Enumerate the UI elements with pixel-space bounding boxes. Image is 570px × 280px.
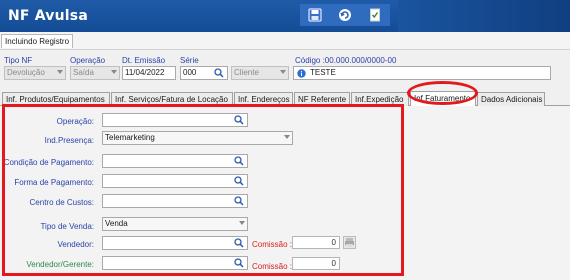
tab-dados-adicionais[interactable]: Dados Adicionais — [477, 92, 545, 106]
tipo-nf-value: Devolução — [7, 68, 45, 77]
mode-indicator: Incluindo Registro — [1, 34, 74, 48]
toolbar — [300, 4, 390, 26]
document-check-icon[interactable] — [368, 8, 382, 22]
window-title: NF Avulsa — [8, 8, 88, 24]
codigo-input[interactable]: TESTE — [293, 66, 551, 80]
codigo-value: TESTE — [310, 68, 336, 77]
refresh-icon[interactable] — [338, 8, 352, 22]
dt-emissao-input[interactable]: 11/04/2022 — [122, 66, 176, 80]
title-bar: NF Avulsa — [0, 0, 570, 32]
dt-emissao-value: 11/04/2022 — [125, 68, 165, 77]
serie-value: 000 — [183, 68, 197, 77]
title-bar-shade — [398, 0, 570, 32]
chevron-down-icon — [280, 70, 286, 74]
save-icon[interactable] — [308, 8, 322, 22]
status-strip: Incluindo Registro — [0, 32, 570, 50]
destino-select[interactable]: Cliente — [231, 66, 289, 80]
highlight-ellipse — [407, 81, 478, 105]
operacao-value: Saída — [73, 68, 94, 77]
dt-emissao-label: Dt. Emissão — [122, 56, 166, 65]
chevron-down-icon — [111, 70, 117, 74]
chevron-down-icon — [57, 70, 63, 74]
tipo-nf-label: Tipo NF — [4, 56, 33, 65]
destino-value: Cliente — [234, 68, 259, 77]
codigo-label: Código :00.000.000/0000-00 — [295, 56, 397, 65]
operacao-header-label: Operação — [70, 56, 106, 65]
info-icon — [297, 69, 306, 78]
highlight-box — [2, 104, 404, 276]
search-icon[interactable] — [212, 67, 226, 79]
operacao-select[interactable]: Saída — [70, 66, 120, 80]
tipo-nf-select[interactable]: Devolução — [4, 66, 66, 80]
serie-label: Série — [180, 56, 199, 65]
serie-input[interactable]: 000 — [180, 66, 228, 80]
